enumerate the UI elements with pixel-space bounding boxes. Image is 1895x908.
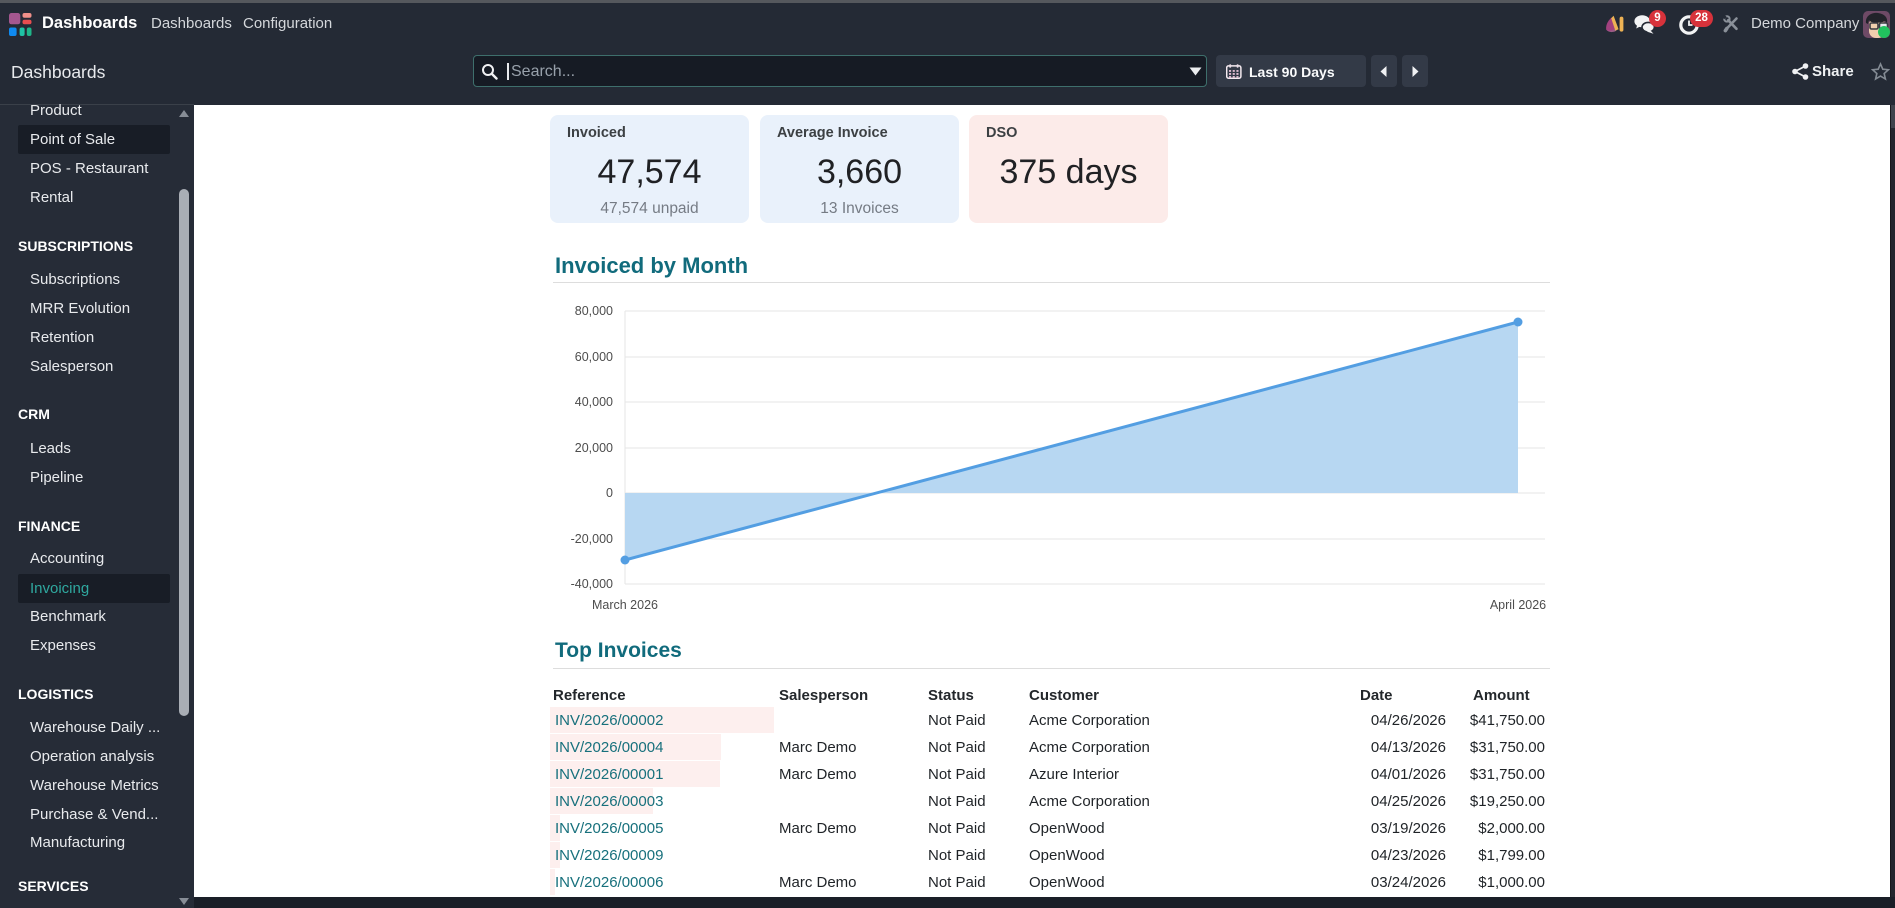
svg-text:March 2026: March 2026 — [592, 598, 658, 612]
svg-text:80,000: 80,000 — [575, 304, 613, 318]
svg-text:20,000: 20,000 — [575, 441, 613, 455]
svg-text:-40,000: -40,000 — [571, 577, 613, 591]
svg-text:0: 0 — [606, 486, 613, 500]
svg-text:-20,000: -20,000 — [571, 532, 613, 546]
svg-text:40,000: 40,000 — [575, 395, 613, 409]
svg-text:April 2026: April 2026 — [1490, 598, 1546, 612]
svg-text:60,000: 60,000 — [575, 350, 613, 364]
